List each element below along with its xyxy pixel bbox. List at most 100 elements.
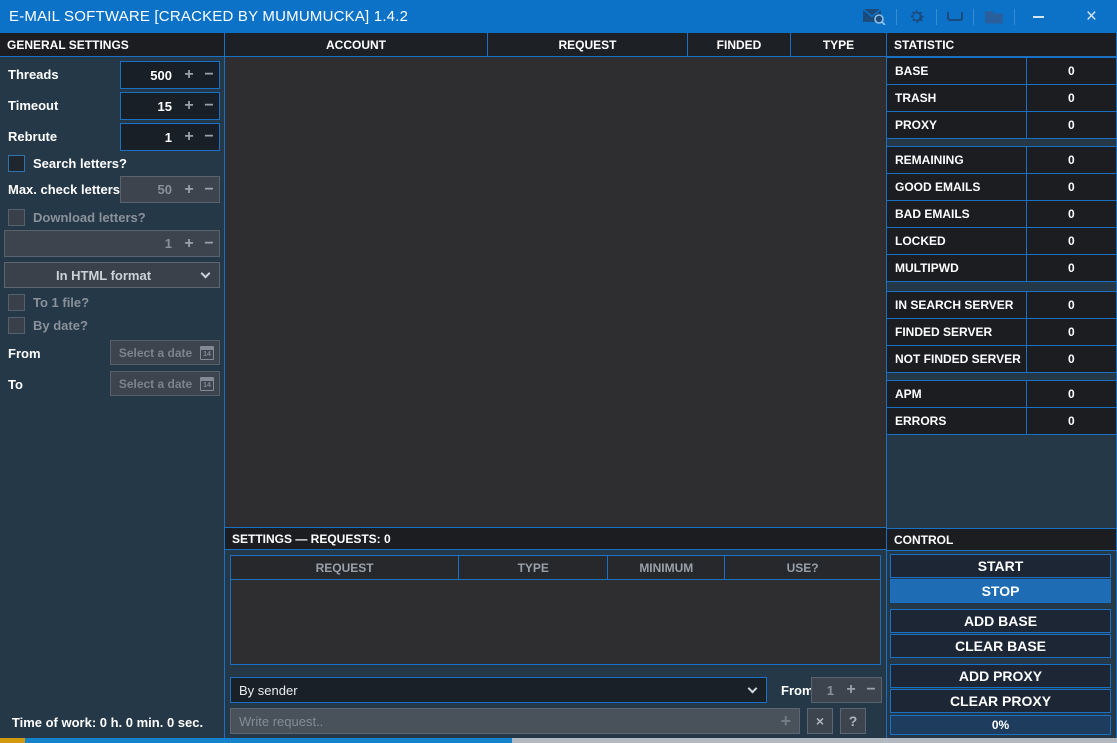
threads-stepper[interactable]: 500 + − [120, 61, 220, 89]
stat-row-bad-emails: BAD EMAILS 0 [887, 201, 1116, 228]
timeout-decrement-button[interactable]: − [199, 98, 219, 114]
requests-table-body[interactable] [231, 580, 880, 664]
stat-value: 0 [1027, 228, 1116, 254]
timeout-increment-button[interactable]: + [179, 98, 199, 114]
window-title: E-MAIL SOFTWARE [CRACKED BY MUMUMUCKA] 1… [0, 8, 408, 25]
request-type-select[interactable]: By sender [230, 677, 767, 703]
mail-search-icon[interactable] [852, 0, 896, 33]
minimize-button[interactable] [1015, 0, 1062, 33]
tray-icon[interactable] [937, 0, 973, 33]
stat-value: 0 [1027, 201, 1116, 227]
help-button[interactable]: ? [840, 708, 866, 734]
requests-col-request[interactable]: REQUEST [231, 556, 458, 579]
strip-blue-segment [25, 738, 512, 743]
download-depth-stepper[interactable]: 1 + − [4, 230, 220, 257]
titlebar-separator [936, 9, 937, 25]
letter-format-select[interactable]: In HTML format [4, 262, 220, 288]
close-button[interactable]: × [1062, 0, 1117, 33]
to-one-file-checkbox[interactable] [8, 294, 25, 311]
request-from-value[interactable]: 1 [812, 683, 841, 698]
request-from-decrement-button[interactable]: − [861, 682, 881, 698]
stat-label: FINDED SERVER [887, 319, 1027, 345]
stat-value: 0 [1027, 319, 1116, 345]
date-from-picker[interactable]: Select a date 14 [110, 340, 220, 365]
center-panel: ACCOUNT REQUEST FINDED TYPE SETTINGS — R… [225, 33, 886, 738]
stat-label: BAD EMAILS [887, 201, 1027, 227]
app-window: E-MAIL SOFTWARE [CRACKED BY MUMUMUCKA] 1… [0, 0, 1117, 743]
download-depth-decrement-button[interactable]: − [199, 236, 219, 252]
control-header: CONTROL [887, 528, 1116, 551]
title-bar: E-MAIL SOFTWARE [CRACKED BY MUMUMUCKA] 1… [0, 0, 1117, 33]
search-letters-row: Search letters? [8, 155, 127, 172]
chevron-down-icon [748, 683, 758, 693]
date-to-picker[interactable]: Select a date 14 [110, 371, 220, 396]
request-from-increment-button[interactable]: + [841, 682, 861, 698]
by-date-row: By date? [8, 317, 88, 334]
search-letters-checkbox[interactable] [8, 155, 25, 172]
time-of-work-status: Time of work: 0 h. 0 min. 0 sec. [0, 715, 215, 730]
stat-value: 0 [1027, 292, 1116, 318]
stat-row-proxy: PROXY 0 [887, 112, 1116, 139]
stat-label: BASE [887, 58, 1027, 84]
max-check-increment-button[interactable]: + [179, 182, 199, 198]
download-letters-row: Download letters? [8, 209, 146, 226]
max-check-letters-stepper[interactable]: 50 + − [120, 176, 220, 203]
download-depth-value[interactable]: 1 [5, 236, 179, 251]
calendar-icon: 14 [200, 377, 214, 391]
accounts-col-request[interactable]: REQUEST [487, 33, 687, 56]
general-settings-header: GENERAL SETTINGS [0, 33, 224, 57]
rebrute-increment-button[interactable]: + [179, 129, 199, 145]
timeout-value[interactable]: 15 [121, 99, 179, 114]
threads-label: Threads [8, 67, 59, 82]
rebrute-stepper[interactable]: 1 + − [120, 123, 220, 151]
stat-label: IN SEARCH SERVER [887, 292, 1027, 318]
stat-group-server: IN SEARCH SERVER 0 FINDED SERVER 0 NOT F… [887, 291, 1116, 373]
threads-increment-button[interactable]: + [179, 67, 199, 83]
requests-col-minimum[interactable]: MINIMUM [607, 556, 724, 579]
search-letters-label: Search letters? [33, 156, 127, 171]
timeout-stepper[interactable]: 15 + − [120, 92, 220, 120]
request-input-wrap: + [230, 708, 800, 734]
request-from-label: From [781, 683, 814, 698]
download-letters-checkbox[interactable] [8, 209, 25, 226]
clear-proxy-button[interactable]: CLEAR PROXY [890, 689, 1111, 713]
download-letters-label: Download letters? [33, 210, 146, 225]
clear-base-button[interactable]: CLEAR BASE [890, 634, 1111, 658]
stat-value: 0 [1027, 58, 1116, 84]
requests-col-type[interactable]: TYPE [458, 556, 607, 579]
add-request-button[interactable]: + [772, 711, 799, 732]
max-check-letters-value[interactable]: 50 [121, 182, 179, 197]
accounts-col-finded[interactable]: FINDED [687, 33, 790, 56]
request-input[interactable] [231, 714, 772, 729]
stat-value: 0 [1027, 381, 1116, 407]
start-button[interactable]: START [890, 554, 1111, 578]
stat-value: 0 [1027, 174, 1116, 200]
calendar-day: 14 [201, 350, 213, 359]
rebrute-decrement-button[interactable]: − [199, 129, 219, 145]
rebrute-value[interactable]: 1 [121, 130, 179, 145]
add-proxy-button[interactable]: ADD PROXY [890, 664, 1111, 688]
by-date-checkbox[interactable] [8, 317, 25, 334]
delete-request-button[interactable]: × [807, 708, 833, 734]
calendar-day: 14 [201, 381, 213, 390]
threads-decrement-button[interactable]: − [199, 67, 219, 83]
stop-button[interactable]: STOP [890, 579, 1111, 603]
folder-icon[interactable] [974, 0, 1014, 33]
requests-col-use[interactable]: USE? [724, 556, 880, 579]
gear-icon[interactable] [897, 0, 936, 33]
stat-row-multipwd: MULTIPWD 0 [887, 255, 1116, 282]
accounts-table-body[interactable] [225, 57, 886, 527]
max-check-decrement-button[interactable]: − [199, 182, 219, 198]
timeout-label: Timeout [8, 98, 58, 113]
stat-value: 0 [1027, 408, 1116, 434]
date-to-placeholder: Select a date [111, 377, 200, 391]
stat-row-finded-server: FINDED SERVER 0 [887, 319, 1116, 346]
request-from-stepper[interactable]: 1 + − [811, 677, 882, 703]
accounts-col-account[interactable]: ACCOUNT [225, 33, 487, 56]
add-base-button[interactable]: ADD BASE [890, 609, 1111, 633]
threads-value[interactable]: 500 [121, 68, 179, 83]
statistic-header: STATISTIC [887, 33, 1116, 57]
accounts-col-type[interactable]: TYPE [790, 33, 886, 56]
stat-row-base: BASE 0 [887, 58, 1116, 85]
download-depth-increment-button[interactable]: + [179, 236, 199, 252]
